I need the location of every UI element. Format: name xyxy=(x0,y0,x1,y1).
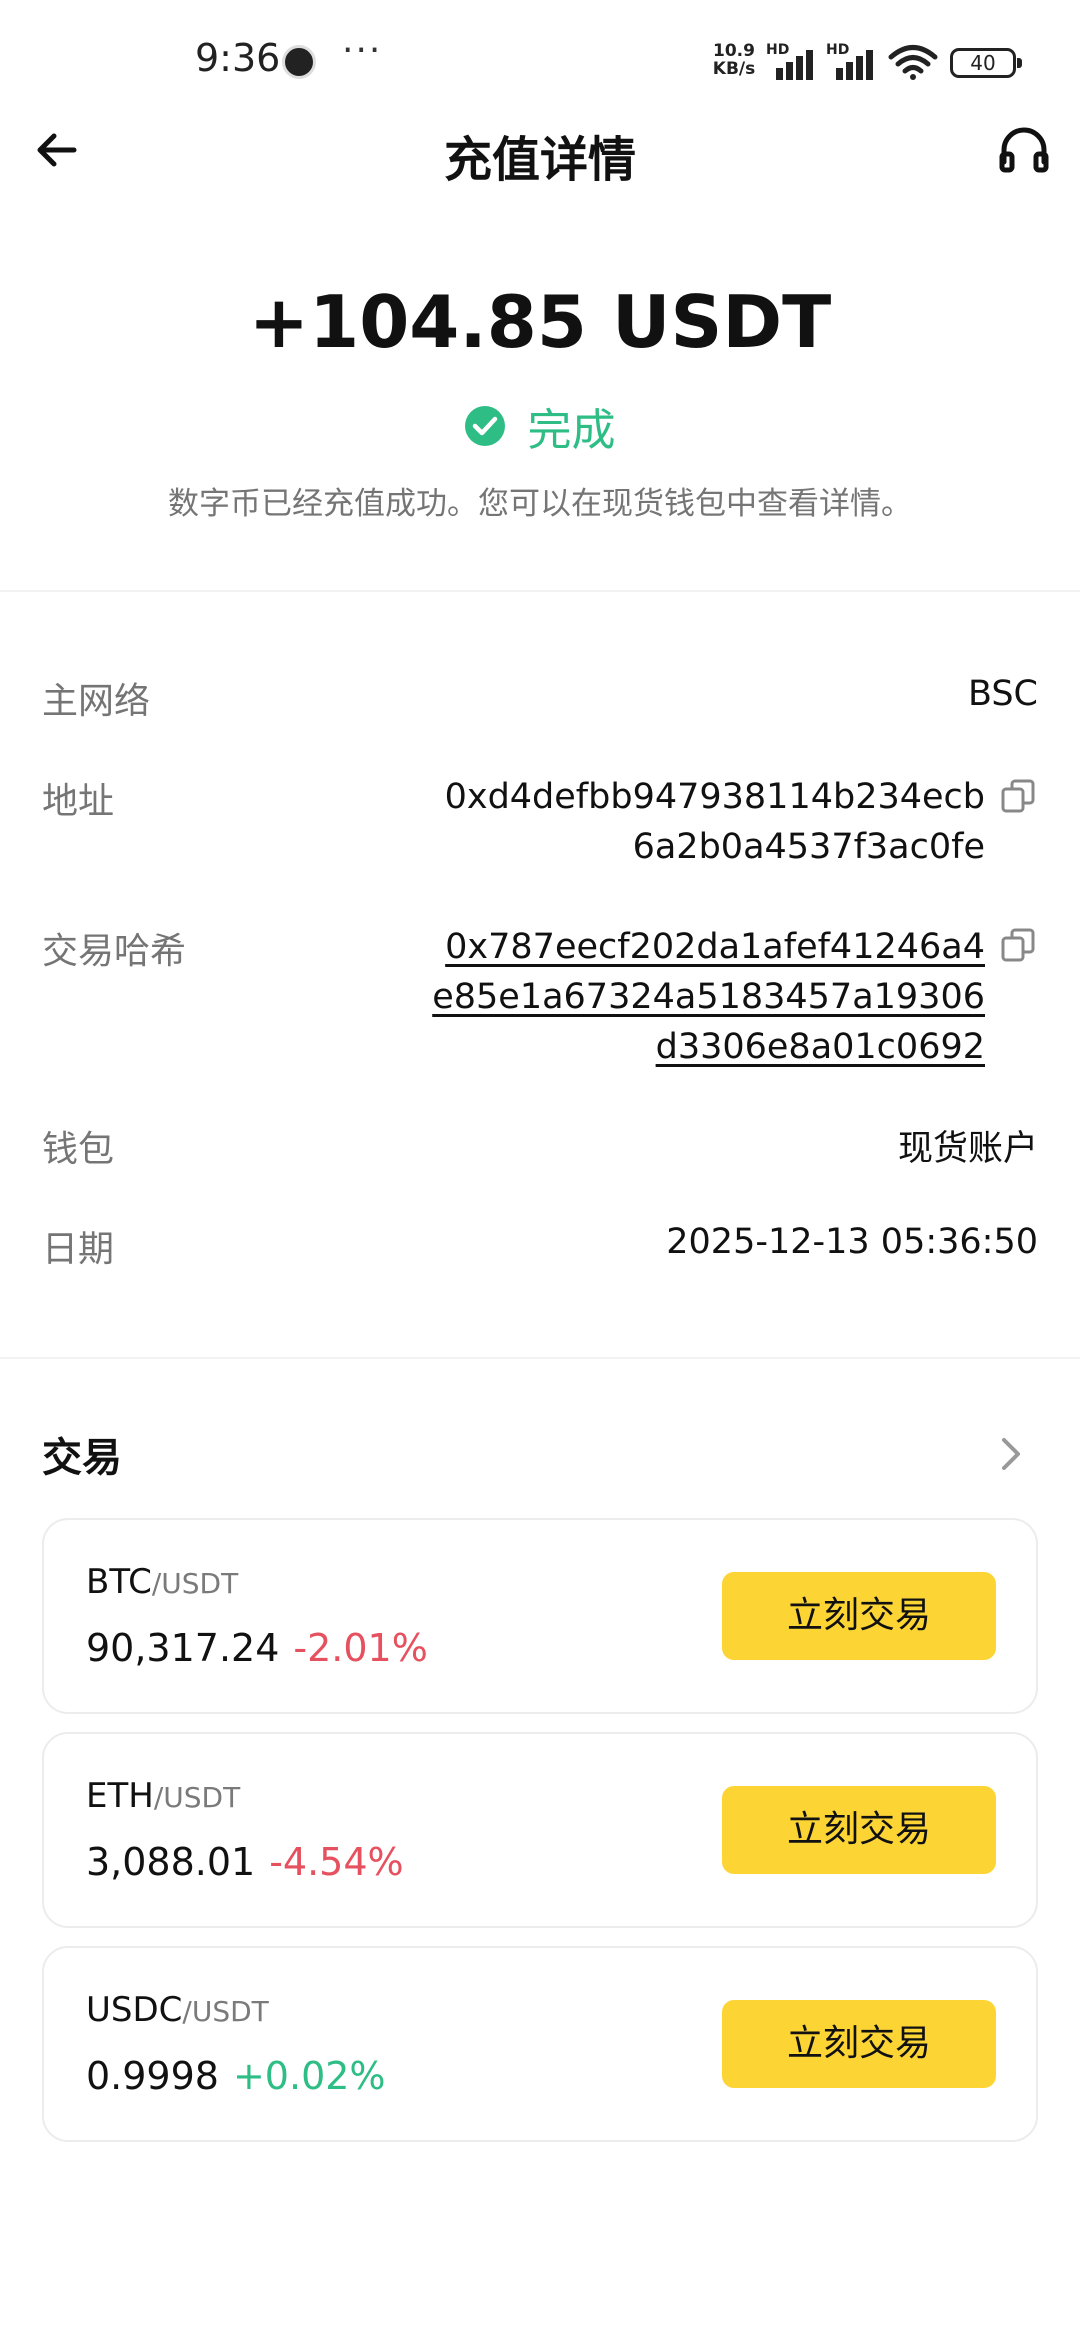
trade-section-title[interactable]: 交易 xyxy=(42,1425,122,1483)
chevron-right-icon[interactable] xyxy=(998,1434,1026,1474)
txhash-value[interactable]: 0x787eecf202da1afef41246a4 e85e1a67324a5… xyxy=(432,922,985,1072)
section-divider xyxy=(0,590,1080,592)
status-time: 9:36 xyxy=(195,36,281,80)
check-circle-icon xyxy=(465,406,506,446)
address-line-1: 0xd4defbb947938114b234ecb xyxy=(444,777,985,817)
pair-base: ETH xyxy=(86,1776,154,1816)
address-line-2: 6a2b0a4537f3ac0fe xyxy=(632,827,985,867)
copy-txhash-icon[interactable] xyxy=(1000,927,1036,963)
network-label: 主网络 xyxy=(42,681,151,722)
headset-icon[interactable] xyxy=(996,122,1052,178)
trade-card-usdc: USDC/USDT 0.9998 +0.02% 立刻交易 xyxy=(42,1946,1038,2142)
pair-quote: /USDT xyxy=(151,1567,239,1600)
address-label: 地址 xyxy=(42,781,115,822)
pair-quote: /USDT xyxy=(182,1995,269,2028)
sim2-hd-label: HD xyxy=(826,42,850,58)
signal-sim1-icon: HD xyxy=(766,42,822,80)
pair-base: BTC xyxy=(86,1562,152,1602)
section-divider xyxy=(0,1357,1080,1359)
trade-card-btc: BTC/USDT 90,317.24 -2.01% 立刻交易 xyxy=(42,1518,1038,1714)
trade-now-button[interactable]: 立刻交易 xyxy=(722,2000,996,2088)
trade-now-button[interactable]: 立刻交易 xyxy=(722,1572,996,1660)
pair-base: USDC xyxy=(86,1990,183,2030)
date-value: 2025-12-13 05:36:50 xyxy=(666,1222,1038,1262)
sim1-hd-label: HD xyxy=(766,42,790,58)
status-description: 数字币已经充值成功。您可以在现货钱包中查看详情。 xyxy=(168,486,912,522)
pair-name: ETH/USDT xyxy=(86,1776,240,1816)
trade-card-eth: ETH/USDT 3,088.01 -4.54% 立刻交易 xyxy=(42,1732,1038,1928)
battery-icon: 40 xyxy=(950,48,1022,78)
price-line: 0.9998 +0.02% xyxy=(86,2054,386,2098)
pair-price: 90,317.24 xyxy=(86,1626,280,1670)
signal-sim2-icon: HD xyxy=(826,42,882,80)
wallet-label: 钱包 xyxy=(42,1129,115,1170)
status-text: 完成 xyxy=(527,405,616,456)
app-notification-icon xyxy=(282,45,316,79)
network-speed-value: 10.9 xyxy=(713,41,755,61)
copy-address-icon[interactable] xyxy=(1000,778,1036,814)
txhash-line-3: d3306e8a01c0692 xyxy=(655,1027,985,1067)
page-title: 充值详情 xyxy=(443,132,636,188)
price-line: 90,317.24 -2.01% xyxy=(86,1626,428,1670)
pair-change: -4.54% xyxy=(269,1840,404,1884)
network-speed-unit: KB/s xyxy=(712,59,756,79)
pair-quote: /USDT xyxy=(153,1781,241,1814)
pair-name: USDC/USDT xyxy=(86,1990,269,2030)
date-label: 日期 xyxy=(42,1229,115,1270)
pair-price: 0.9998 xyxy=(86,2054,219,2098)
txhash-line-1: 0x787eecf202da1afef41246a4 xyxy=(445,927,985,967)
txhash-label: 交易哈希 xyxy=(42,931,187,972)
more-notifications-icon: ··· xyxy=(342,30,383,71)
network-value: BSC xyxy=(967,674,1038,714)
wifi-icon xyxy=(888,45,938,80)
pair-name: BTC/USDT xyxy=(86,1562,238,1602)
trade-now-button[interactable]: 立刻交易 xyxy=(722,1786,996,1874)
txhash-line-2: e85e1a67324a5183457a19306 xyxy=(432,977,985,1017)
wallet-value: 现货账户 xyxy=(897,1129,1038,1169)
price-line: 3,088.01 -4.54% xyxy=(86,1840,404,1884)
pair-price: 3,088.01 xyxy=(86,1840,256,1884)
pair-change: +0.02% xyxy=(232,2054,386,2098)
address-value[interactable]: 0xd4defbb947938114b234ecb 6a2b0a4537f3ac… xyxy=(445,772,985,872)
deposit-amount: +104.85 USDT xyxy=(248,280,832,364)
deposit-status: 完成 xyxy=(0,394,1080,456)
pair-change: -2.01% xyxy=(293,1626,428,1670)
app-header: 充值详情 xyxy=(0,100,1080,200)
network-speed: 10.9 KB/s xyxy=(708,42,760,78)
